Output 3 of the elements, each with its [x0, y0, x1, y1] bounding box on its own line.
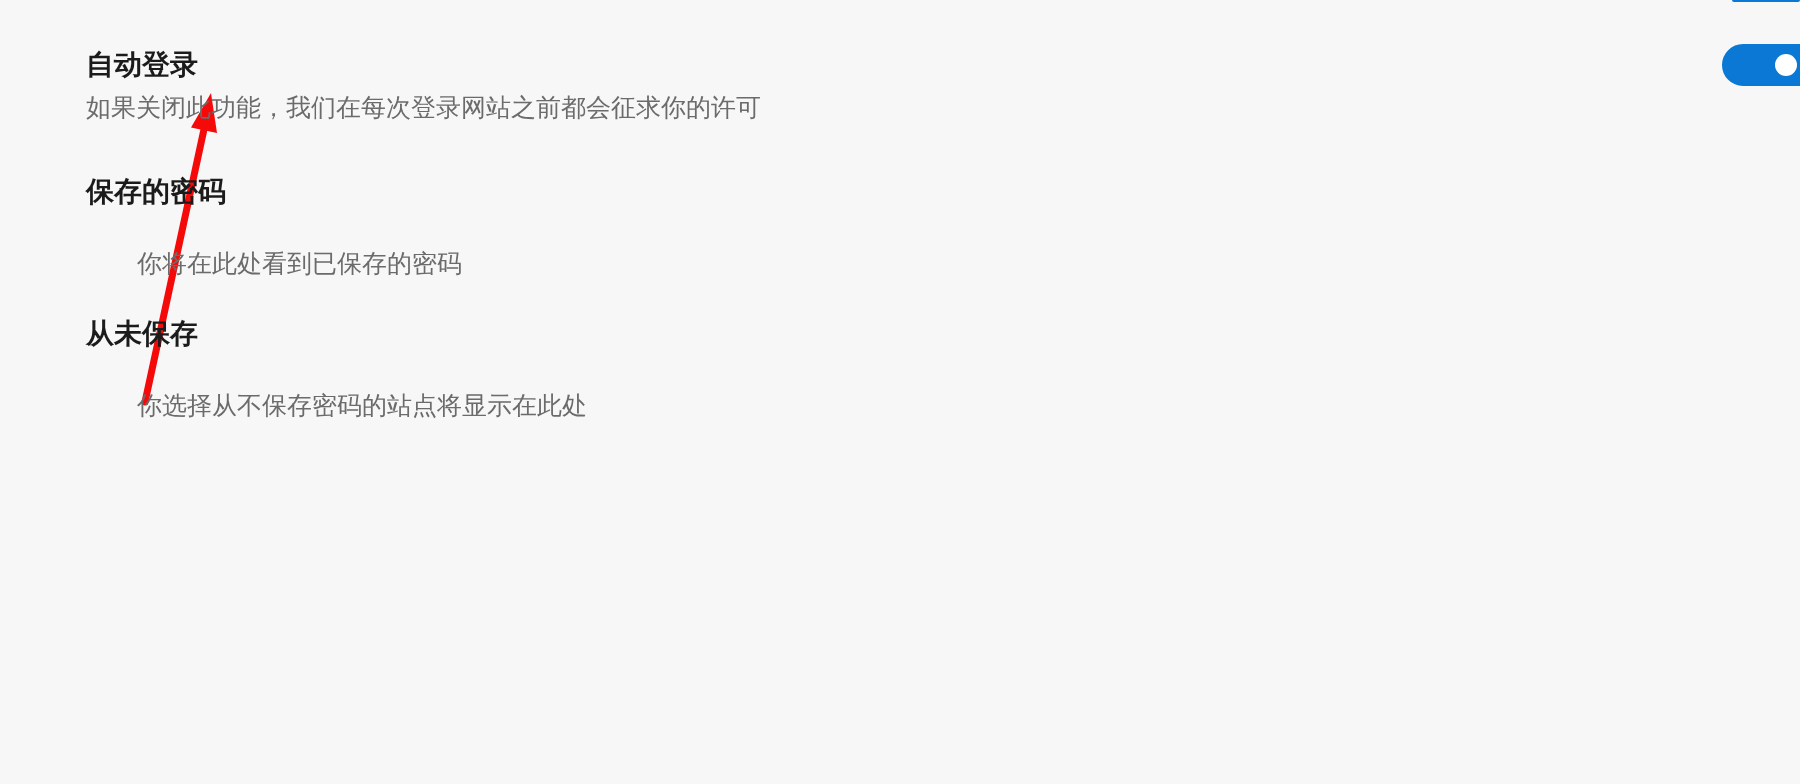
toggle-switch[interactable] [1722, 44, 1800, 86]
empty-list-message: 你选择从不保存密码的站点将显示在此处 [136, 390, 587, 421]
section-heading: 自动登录 [86, 48, 198, 82]
